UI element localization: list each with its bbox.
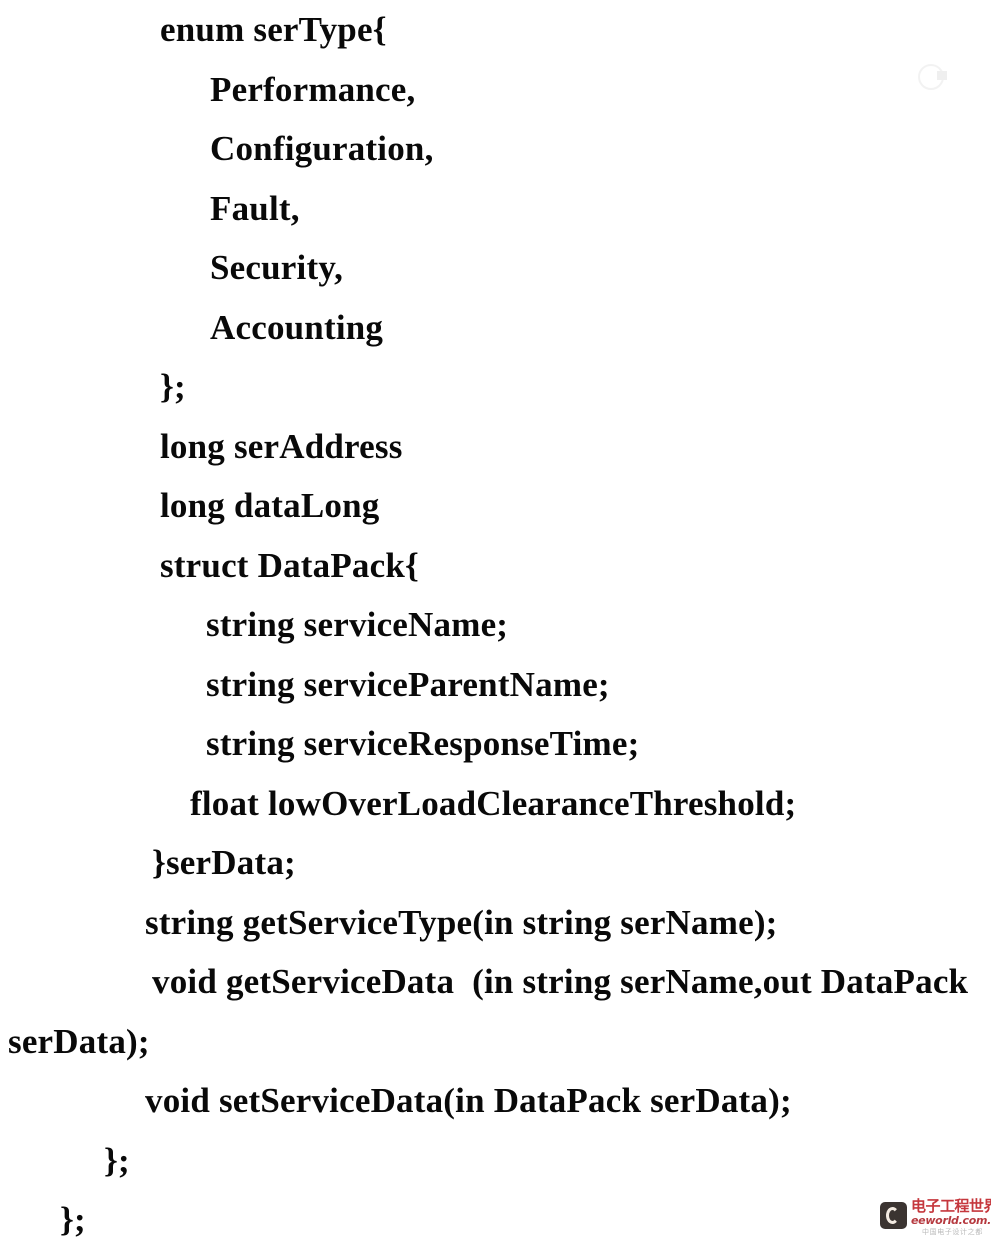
code-line: Performance, [210,69,416,109]
code-line: string serviceParentName; [206,664,610,704]
code-line: serData); [8,1021,150,1061]
code-line: Security, [210,248,344,287]
code-line: string serviceResponseTime; [206,724,640,763]
code-line: struct DataPack{ [160,545,420,585]
code-line: Configuration, [210,129,434,168]
code-line: long dataLong [160,486,380,525]
code-line: string serviceName; [206,605,509,644]
code-line: }; [160,367,186,406]
code-line: void getServiceData (in string serName,o… [152,962,969,1001]
code-line: void setServiceData(in DataPack serData)… [145,1081,792,1120]
document-page: enum serType{ Performance, Configuration… [0,0,991,1243]
code-line: }; [104,1140,130,1180]
code-line: string getServiceType(in string serName)… [145,902,778,942]
code-line: Fault, [210,188,300,228]
code-listing: enum serType{ Performance, Configuration… [0,0,991,1243]
code-line: }serData; [152,843,296,882]
code-line: Accounting [210,307,384,347]
code-line: long serAddress [160,426,403,466]
code-line: enum serType{ [160,10,387,49]
code-line: }; [60,1200,86,1239]
code-line: float lowOverLoadClearanceThreshold; [190,783,797,823]
